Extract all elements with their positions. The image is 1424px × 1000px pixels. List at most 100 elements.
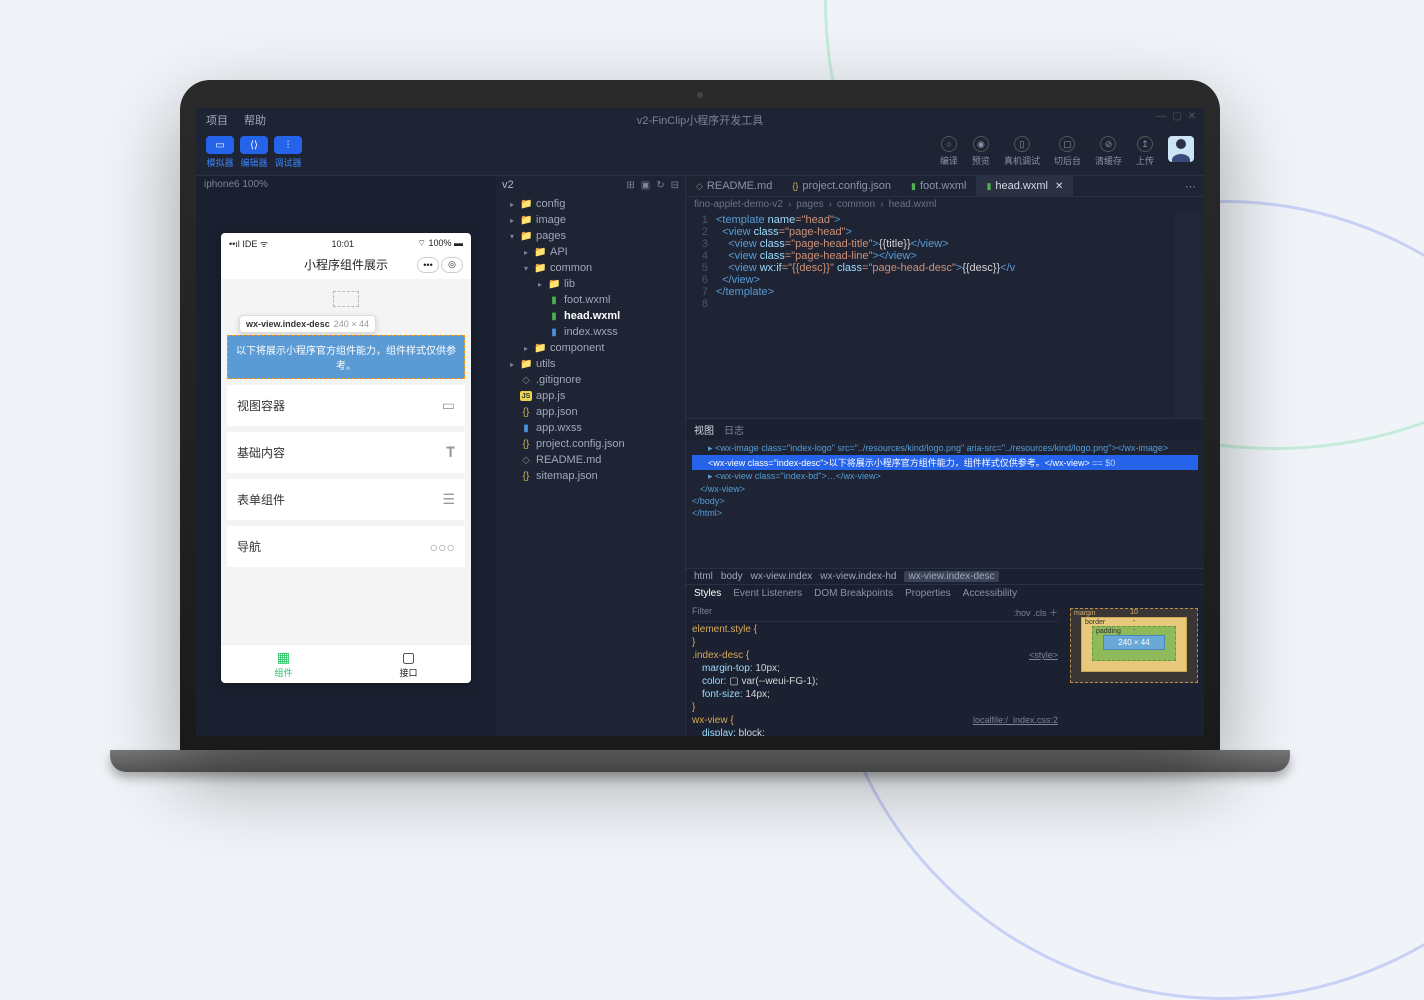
tree-file[interactable]: ◇.gitignore	[496, 372, 685, 388]
tab-foot[interactable]: ▮foot.wxml	[901, 176, 976, 196]
tab-head[interactable]: ▮head.wxml✕	[976, 176, 1073, 196]
laptop-frame: 项目 帮助 v2-FinClip小程序开发工具 — ▢ ✕ ▭模拟器 ⟨⟩编辑器…	[180, 80, 1220, 780]
tree-file[interactable]: {}sitemap.json	[496, 468, 685, 484]
avatar[interactable]	[1168, 136, 1194, 162]
tree-file[interactable]: JSapp.js	[496, 388, 685, 404]
dom-panel[interactable]: ▸ <wx-image class="index-logo" src="../r…	[686, 440, 1204, 568]
tree-file[interactable]: ▮foot.wxml	[496, 292, 685, 308]
window-controls: — ▢ ✕	[1156, 111, 1196, 122]
filter-input[interactable]: Filter	[692, 606, 712, 619]
editor-column: ◇README.md {}project.config.json ▮foot.w…	[686, 176, 1204, 736]
tab-pcj[interactable]: {}project.config.json	[782, 176, 901, 196]
battery-icon: ▬	[451, 238, 463, 248]
tree-folder[interactable]: ▸📁component	[496, 340, 685, 356]
sim-device-label: iphone6 100%	[196, 176, 496, 193]
list-item[interactable]: 表单组件☰	[227, 479, 465, 520]
menu-help[interactable]: 帮助	[244, 112, 266, 128]
menubar: 项目 帮助 v2-FinClip小程序开发工具 — ▢ ✕	[196, 108, 1204, 132]
new-file-icon[interactable]: ⊞	[626, 180, 634, 191]
close-icon[interactable]: ✕	[1188, 111, 1196, 122]
minimap[interactable]	[1174, 212, 1204, 418]
text-icon: 𝐓	[446, 444, 455, 461]
camera-dot	[697, 92, 703, 98]
list-item[interactable]: 基础内容𝐓	[227, 432, 465, 473]
tree-file[interactable]: ▮head.wxml	[496, 308, 685, 324]
tree-file[interactable]: {}project.config.json	[496, 436, 685, 452]
menu-project[interactable]: 项目	[206, 112, 228, 128]
tree-file[interactable]: ◇README.md	[496, 452, 685, 468]
tree-file[interactable]: ▮app.wxss	[496, 420, 685, 436]
tree-file[interactable]: ▮index.wxss	[496, 324, 685, 340]
dt-tab-log[interactable]: 日志	[724, 422, 744, 437]
refresh-icon[interactable]: ↻	[656, 180, 664, 191]
phone-frame: ••ıl IDE ᯤ 10:01 ⌔ 100% ▬ 小程序组件展示 •••◎ w…	[221, 233, 471, 683]
capsule-menu-icon[interactable]: •••	[417, 257, 439, 273]
tabbar: ▦组件 ▢接口	[221, 644, 471, 683]
signal-icon: ••ıl	[229, 239, 242, 249]
tree-file[interactable]: {}app.json	[496, 404, 685, 420]
grid-icon: ▦	[225, 649, 342, 666]
highlighted-desc[interactable]: 以下将展示小程序官方组件能力，组件样式仅供参考。	[227, 335, 465, 379]
tab-readme[interactable]: ◇README.md	[686, 176, 782, 196]
container-icon: ▭	[442, 397, 455, 414]
hov-cls[interactable]: :hov .cls ＋	[1013, 606, 1058, 619]
dt-tab-view[interactable]: 视图	[694, 422, 714, 437]
mode-simulator[interactable]: ▭模拟器	[206, 136, 234, 169]
subtab-a11y[interactable]: Accessibility	[963, 588, 1017, 599]
min-icon[interactable]: —	[1156, 111, 1166, 122]
mode-editor[interactable]: ⟨⟩编辑器	[240, 136, 268, 169]
box-model: margin10 border- padding- 240 × 44	[1064, 602, 1204, 736]
subtab-dombp[interactable]: DOM Breakpoints	[814, 588, 893, 599]
subtab-props[interactable]: Properties	[905, 588, 951, 599]
toolbar: ▭模拟器 ⟨⟩编辑器 ⫶调试器 ○编译 ◉预览 ▯真机调试 ▢切后台 ⊘清缓存 …	[196, 132, 1204, 175]
new-folder-icon[interactable]: ▣	[641, 180, 650, 191]
phone-statusbar: ••ıl IDE ᯤ 10:01 ⌔ 100% ▬	[221, 233, 471, 250]
form-icon: ☰	[442, 491, 455, 508]
tab-api[interactable]: ▢接口	[346, 645, 471, 683]
tab-component[interactable]: ▦组件	[221, 645, 346, 683]
tab-overflow-icon[interactable]: ⋯	[1177, 180, 1204, 193]
tree-folder[interactable]: ▾📁common	[496, 260, 685, 276]
wifi-icon: ᯤ	[257, 239, 268, 249]
tree-folder[interactable]: ▸📁config	[496, 196, 685, 212]
subtab-events[interactable]: Event Listeners	[733, 588, 802, 599]
tree-folder[interactable]: ▸📁utils	[496, 356, 685, 372]
devtools: 视图 日志 ▸ <wx-image class="index-logo" src…	[686, 418, 1204, 736]
list-item[interactable]: 导航○○○	[227, 526, 465, 567]
api-icon: ▢	[350, 649, 467, 666]
editor-tabs: ◇README.md {}project.config.json ▮foot.w…	[686, 176, 1204, 197]
close-tab-icon[interactable]: ✕	[1055, 181, 1063, 192]
phone-navbar: 小程序组件展示 •••◎	[221, 250, 471, 279]
breadcrumb: fino-applet-demo-v2›pages›common›head.wx…	[686, 197, 1204, 212]
tool-compile[interactable]: ○编译	[940, 136, 958, 167]
logo-placeholder-icon	[333, 291, 359, 307]
dom-breadcrumb[interactable]: htmlbodywx-view.indexwx-view.index-hdwx-…	[686, 568, 1204, 584]
file-explorer: v2 ⊞ ▣ ↻ ⊟ ▸📁config ▸📁image ▾📁pages ▸📁AP…	[496, 176, 686, 736]
tree-folder[interactable]: ▾📁pages	[496, 228, 685, 244]
phone-title: 小程序组件展示	[304, 256, 388, 273]
subtab-styles[interactable]: Styles	[694, 588, 721, 599]
tool-upload[interactable]: ↥上传	[1136, 136, 1154, 167]
bt-icon: ⌔	[417, 238, 428, 248]
code-editor[interactable]: 1<template name="head"> 2 <view class="p…	[686, 212, 1204, 418]
tree-folder[interactable]: ▸📁image	[496, 212, 685, 228]
inspect-tooltip: wx-view.index-desc240 × 44	[239, 315, 376, 333]
simulator-pane: iphone6 100% ••ıl IDE ᯤ 10:01 ⌔ 100% ▬ 小…	[196, 176, 496, 736]
window-title: v2-FinClip小程序开发工具	[637, 112, 764, 128]
styles-panel[interactable]: Filter:hov .cls ＋ element.style { } .ind…	[686, 602, 1064, 736]
phone-time: 10:01	[332, 239, 355, 249]
tool-preview[interactable]: ◉预览	[972, 136, 990, 167]
max-icon[interactable]: ▢	[1172, 111, 1181, 122]
tool-back[interactable]: ▢切后台	[1054, 136, 1081, 167]
tool-remote[interactable]: ▯真机调试	[1004, 136, 1040, 167]
tool-cache[interactable]: ⊘清缓存	[1095, 136, 1122, 167]
mode-debug[interactable]: ⫶调试器	[274, 136, 302, 169]
capsule-close-icon[interactable]: ◎	[441, 257, 463, 273]
ide-window: 项目 帮助 v2-FinClip小程序开发工具 — ▢ ✕ ▭模拟器 ⟨⟩编辑器…	[196, 108, 1204, 736]
tree-folder[interactable]: ▸📁API	[496, 244, 685, 260]
laptop-base	[110, 750, 1290, 772]
collapse-icon[interactable]: ⊟	[671, 180, 679, 191]
tree-folder[interactable]: ▸📁lib	[496, 276, 685, 292]
list-item[interactable]: 视图容器▭	[227, 385, 465, 426]
nav-icon: ○○○	[430, 539, 455, 555]
